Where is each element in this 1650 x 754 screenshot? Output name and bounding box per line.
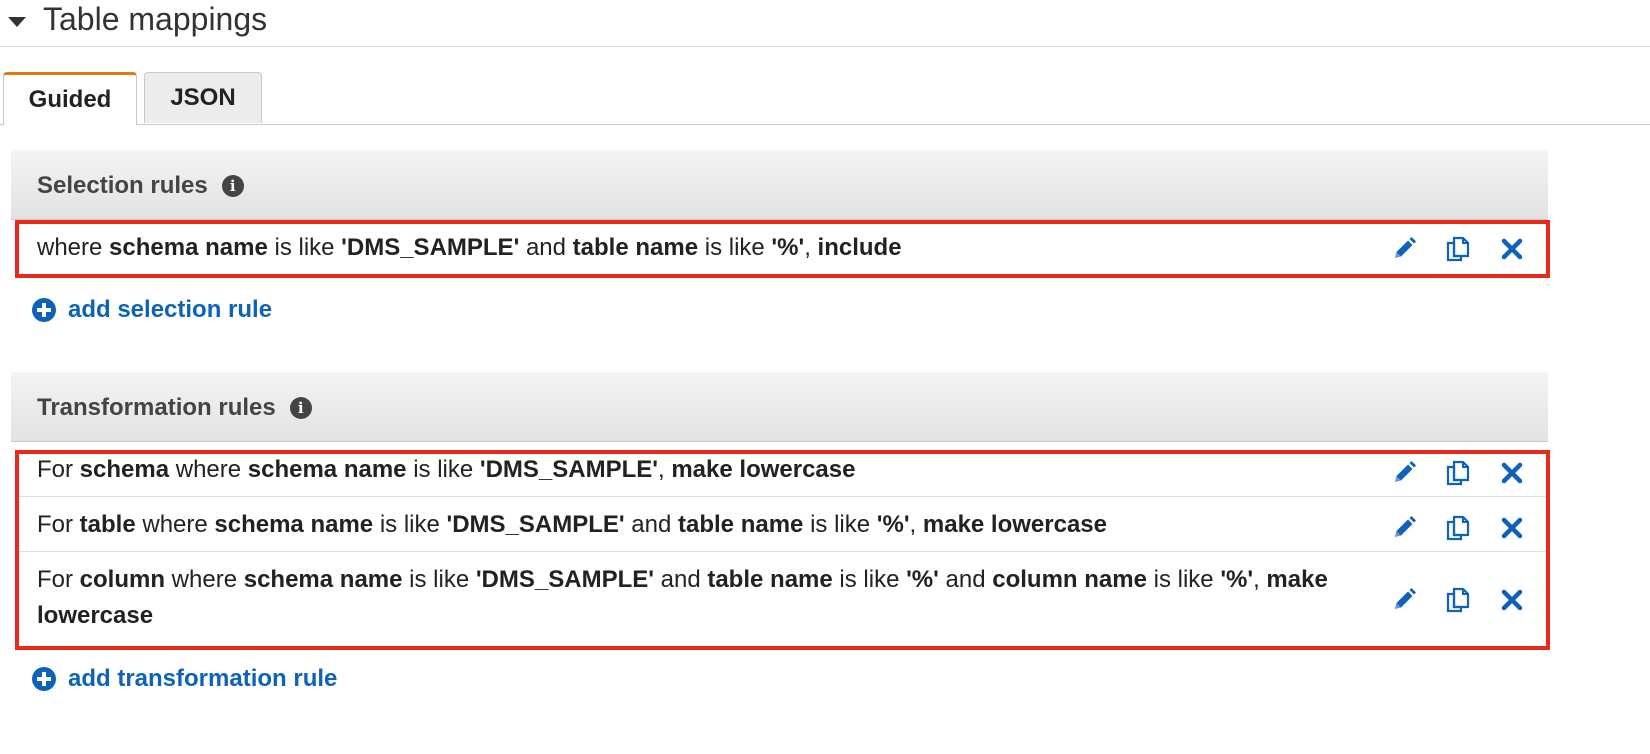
rule-keyword: schema [79,456,170,483]
rule-text: For schema where schema name is like 'DM… [37,452,1367,488]
rule-connector: and [519,234,573,261]
rule-text: where schema name is like 'DMS_SAMPLE' a… [37,230,1367,266]
close-icon[interactable] [1496,582,1528,618]
caret-down-icon[interactable] [8,17,26,27]
rule-keyword: 'DMS_SAMPLE' [341,234,520,261]
rule-keyword: column name [992,566,1147,593]
copy-icon[interactable] [1442,455,1474,491]
copy-icon[interactable] [1442,510,1474,546]
info-icon[interactable]: i [221,175,244,197]
close-icon[interactable] [1496,231,1528,267]
rule-connector: is like [1146,566,1221,593]
rule-row: For column where schema name is like 'DM… [18,552,1548,648]
tab-guided[interactable]: Guided [3,72,137,125]
tab-bar: Guided JSON [0,72,1650,125]
rule-connector: For [37,566,80,593]
rule-keyword: make lowercase [671,456,856,483]
copy-icon[interactable] [1442,231,1474,267]
rule-keyword: 'DMS_SAMPLE' [446,511,625,538]
add-selection-rule-label: add selection rule [68,296,273,323]
rule-keyword: '%' [1220,566,1254,593]
rule-connector: is like [402,566,476,593]
rule-keyword: table name [572,234,699,261]
rule-row: For schema where schema name is like 'DM… [18,452,1548,497]
selection-rules-header: Selection rules i [11,150,1548,220]
close-icon[interactable] [1496,510,1528,546]
rule-keyword: 'DMS_SAMPLE' [479,456,658,483]
rule-connector: For [37,511,80,538]
rule-keyword: include [817,234,902,261]
add-transformation-rule-label: add transformation rule [68,665,338,692]
rule-keyword: table [79,511,136,538]
rule-connector: where [135,511,215,538]
pencil-icon[interactable] [1388,455,1420,491]
rule-connector: , [804,234,818,261]
rule-connector: where [37,234,110,261]
section-title: Table mappings [43,1,268,37]
info-icon[interactable]: i [289,397,312,419]
rule-text: For table where schema name is like 'DMS… [37,507,1367,543]
rule-text: For column where schema name is like 'DM… [37,562,1367,634]
selection-rules-title: Selection rules [37,172,208,199]
pencil-icon[interactable] [1388,231,1420,267]
rule-connector: , [658,456,672,483]
rule-keyword: '%' [906,566,939,593]
rule-row: where schema name is like 'DMS_SAMPLE' a… [18,222,1548,276]
rule-connector: is like [406,456,480,483]
rule-connector: is like [267,234,342,261]
rule-connector: where [169,456,248,483]
rule-keyword: schema name [109,234,268,261]
rule-actions [1388,455,1538,491]
plus-circle-icon [32,667,56,691]
rule-actions [1388,231,1538,267]
add-selection-rule-link[interactable]: add selection rule [32,296,272,324]
pencil-icon[interactable] [1388,582,1420,618]
rule-connector: and [653,566,708,593]
rule-connector: , [1253,566,1267,593]
rule-keyword: schema name [214,511,374,538]
rule-keyword: schema name [247,456,407,483]
rule-connector: is like [803,511,877,538]
rule-actions [1388,510,1538,546]
rule-connector: is like [373,511,447,538]
rule-actions [1388,582,1538,618]
rule-keyword: table name [678,511,804,538]
rule-connector: and [624,511,679,538]
rule-keyword: '%' [771,234,805,261]
rule-connector: For [37,456,80,483]
rule-row: For table where schema name is like 'DMS… [18,497,1548,552]
add-transformation-rule-link[interactable]: add transformation rule [32,665,337,693]
rule-keyword: '%' [876,511,910,538]
transformation-rules-header: Transformation rules i [11,372,1548,442]
table-mappings-header[interactable]: Table mappings [0,0,1650,47]
rule-connector: where [165,566,244,593]
rule-connector: is like [832,566,907,593]
plus-circle-icon [32,298,56,322]
rule-keyword: 'DMS_SAMPLE' [475,566,654,593]
close-icon[interactable] [1496,455,1528,491]
rule-keyword: make lowercase [922,511,1107,538]
rule-keyword: schema name [243,566,403,593]
pencil-icon[interactable] [1388,510,1420,546]
rule-connector: and [938,566,993,593]
transformation-rules-title: Transformation rules [37,394,276,421]
rule-connector: , [909,511,923,538]
tab-json[interactable]: JSON [144,72,262,123]
rule-connector: is like [698,234,772,261]
copy-icon[interactable] [1442,582,1474,618]
rule-keyword: table name [707,566,833,593]
rule-keyword: column [79,566,166,593]
